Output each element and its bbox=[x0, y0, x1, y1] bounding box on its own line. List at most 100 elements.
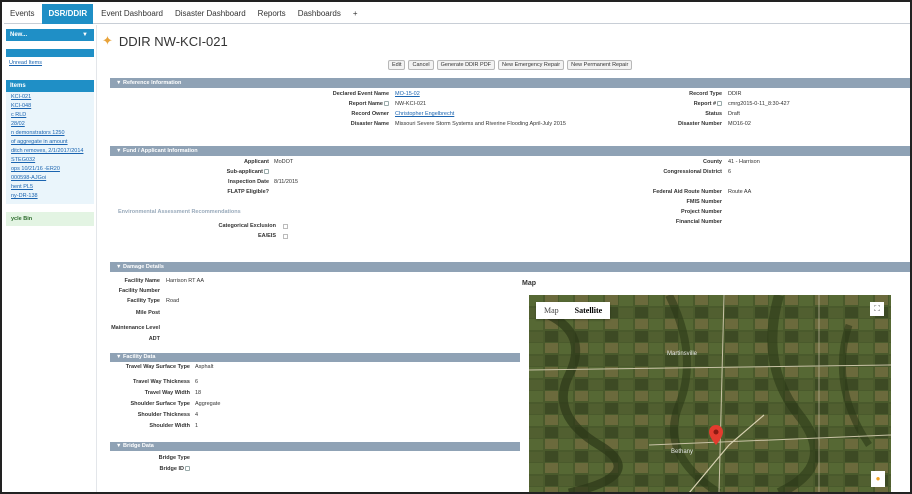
recent-item[interactable]: KCI-021 bbox=[6, 93, 94, 102]
field-label: Shoulder Thickness bbox=[137, 412, 190, 418]
field-label: Federal Aid Route Number bbox=[652, 189, 722, 195]
categorical-exclusion-checkbox[interactable] bbox=[283, 224, 288, 229]
tab-event-dashboard[interactable]: Event Dashboard bbox=[95, 4, 169, 24]
field-label: Categorical Exclusion bbox=[218, 223, 276, 229]
sidebar-section-bar bbox=[6, 49, 94, 57]
field-label: ADT bbox=[148, 336, 160, 342]
generate-ddir-pdf-button[interactable]: Generate DDIR PDF bbox=[436, 60, 496, 70]
lock-icon bbox=[384, 101, 389, 107]
recent-item[interactable]: ops 10/21/16 -ER20 bbox=[6, 165, 94, 174]
field-label-text: Report Name bbox=[348, 101, 383, 107]
field-value: 8/11/2015 bbox=[274, 179, 299, 185]
environmental-assessment-heading: Environmental Assessment Recommendations bbox=[118, 209, 241, 215]
new-permanent-repair-button[interactable]: New Permanent Repair bbox=[567, 60, 633, 70]
field-label: Travel Way Width bbox=[144, 390, 190, 396]
field-value: DDIR bbox=[728, 91, 742, 97]
map-marker-icon[interactable] bbox=[709, 425, 723, 445]
field-label: FMIS Number bbox=[686, 199, 722, 205]
field-value: 1 bbox=[195, 423, 199, 429]
recent-item[interactable]: of aggregate in amount bbox=[6, 138, 94, 147]
field-label: Record Type bbox=[689, 91, 722, 97]
tab-dashboards[interactable]: Dashboards bbox=[292, 4, 347, 24]
field-label: Report # bbox=[694, 101, 722, 107]
new-emergency-repair-button[interactable]: New Emergency Repair bbox=[498, 60, 565, 70]
bridge-data-header[interactable]: ▼ Bridge Data bbox=[110, 442, 520, 451]
field-value: Draft bbox=[728, 111, 740, 117]
field-label-text: Sub-applicant bbox=[226, 169, 263, 175]
field-label: EA/EIS bbox=[257, 233, 276, 239]
app-window: Events DSR/DDIR Event Dashboard Disaster… bbox=[0, 0, 912, 494]
town-label: Martinsville bbox=[667, 351, 698, 357]
add-tab-button[interactable]: + bbox=[347, 4, 364, 24]
field-label: Travel Way Thickness bbox=[133, 379, 190, 385]
recent-item[interactable]: KCI-048 bbox=[6, 102, 94, 111]
field-value: Missouri Severe Storm Systems and Riveri… bbox=[395, 121, 566, 127]
map-view-button[interactable]: Map bbox=[536, 302, 567, 319]
ea-eis-checkbox[interactable] bbox=[283, 234, 288, 239]
edit-button[interactable]: Edit bbox=[388, 60, 406, 70]
recent-items-header: Items bbox=[6, 80, 94, 92]
field-value: 18 bbox=[195, 390, 202, 396]
field-label: Project Number bbox=[681, 209, 722, 215]
declared-event-link[interactable]: MO-15-02 bbox=[395, 91, 420, 97]
field-label: Disaster Name bbox=[350, 121, 389, 127]
field-label: County bbox=[703, 159, 722, 165]
unread-items-link[interactable]: Unread Items bbox=[4, 59, 96, 68]
field-label: Bridge Type bbox=[158, 455, 190, 461]
recent-item[interactable]: STEG032 bbox=[6, 156, 94, 165]
create-new-label: New... bbox=[10, 32, 28, 38]
field-label: Facility Number bbox=[118, 288, 160, 294]
facility-data-header[interactable]: ▼ Facility Data bbox=[110, 353, 520, 362]
recent-item[interactable]: ditch removes, 2/1/2017/2014 bbox=[6, 147, 94, 156]
map-title: Map bbox=[522, 280, 536, 287]
field-label: Maintenance Level bbox=[111, 325, 160, 331]
recycle-bin-link[interactable]: ycle Bin bbox=[6, 212, 94, 226]
satellite-imagery: Martinsville Bethany bbox=[529, 295, 891, 492]
field-label: Facility Type bbox=[127, 298, 160, 304]
field-value: MoDOT bbox=[274, 159, 294, 165]
lock-icon bbox=[185, 466, 190, 472]
street-view-pegman-icon[interactable]: ● bbox=[871, 471, 885, 487]
field-value: NW-KCI-021 bbox=[395, 101, 427, 107]
field-value: 6 bbox=[195, 379, 199, 385]
field-label: Shoulder Surface Type bbox=[130, 401, 191, 407]
page-header: ✦ DDIR NW-KCI-021 bbox=[102, 31, 228, 51]
town-label: Bethany bbox=[671, 449, 693, 455]
field-label: Travel Way Surface Type bbox=[125, 364, 190, 370]
recent-item[interactable]: ny-DR-138 bbox=[6, 192, 94, 201]
satellite-view-button[interactable]: Satellite bbox=[567, 302, 611, 319]
map-type-toggle: Map Satellite bbox=[536, 302, 611, 319]
tab-disaster-dashboard[interactable]: Disaster Dashboard bbox=[169, 4, 252, 24]
applicant-information-header[interactable]: ▼ Fund / Applicant Information bbox=[110, 146, 910, 156]
field-label: Shoulder Width bbox=[149, 423, 190, 429]
field-label: Sub-applicant bbox=[227, 169, 269, 175]
reference-information-header[interactable]: ▼ Reference Information bbox=[110, 78, 910, 88]
tab-dsr-ddir[interactable]: DSR/DDIR bbox=[42, 3, 94, 24]
tab-reports[interactable]: Reports bbox=[252, 4, 292, 24]
fullscreen-icon[interactable]: ⛶ bbox=[870, 302, 884, 316]
field-value: cmrg2015-0-11_8:30-427 bbox=[728, 101, 790, 107]
field-value: 6 bbox=[728, 169, 732, 175]
field-label-text: Report # bbox=[693, 101, 716, 107]
recent-item[interactable]: 000598-AJGoi bbox=[6, 174, 94, 183]
recent-item[interactable]: 28/02 bbox=[6, 120, 94, 129]
field-label: Bridge ID bbox=[160, 466, 190, 472]
damage-details-header[interactable]: ▼ Damage Details bbox=[110, 262, 910, 272]
sidebar: New... ▼ Unread Items Items KCI-021 KCI-… bbox=[4, 25, 97, 492]
satellite-map[interactable]: Martinsville Bethany Map Satellite ⛶ ● bbox=[529, 295, 891, 492]
record-owner-link[interactable]: Christopher Engelbrecht bbox=[395, 111, 454, 117]
field-label-text: Bridge ID bbox=[159, 466, 184, 472]
recent-item[interactable]: c RLD bbox=[6, 111, 94, 120]
lock-icon bbox=[717, 101, 722, 107]
field-label: Mile Post bbox=[135, 310, 160, 316]
field-label: Disaster Number bbox=[677, 121, 722, 127]
record-icon: ✦ bbox=[102, 33, 113, 48]
field-label: Report Name bbox=[349, 101, 389, 107]
tab-events[interactable]: Events bbox=[4, 4, 40, 24]
cancel-button[interactable]: Cancel bbox=[408, 60, 434, 70]
create-new-button[interactable]: New... ▼ bbox=[6, 29, 94, 41]
recent-item[interactable]: n demonstrators 1250 bbox=[6, 129, 94, 138]
recent-item[interactable]: hent PL5 bbox=[6, 183, 94, 192]
field-value: Harrison RT AA bbox=[166, 278, 205, 284]
field-value: 41 - Harrison bbox=[728, 159, 760, 165]
